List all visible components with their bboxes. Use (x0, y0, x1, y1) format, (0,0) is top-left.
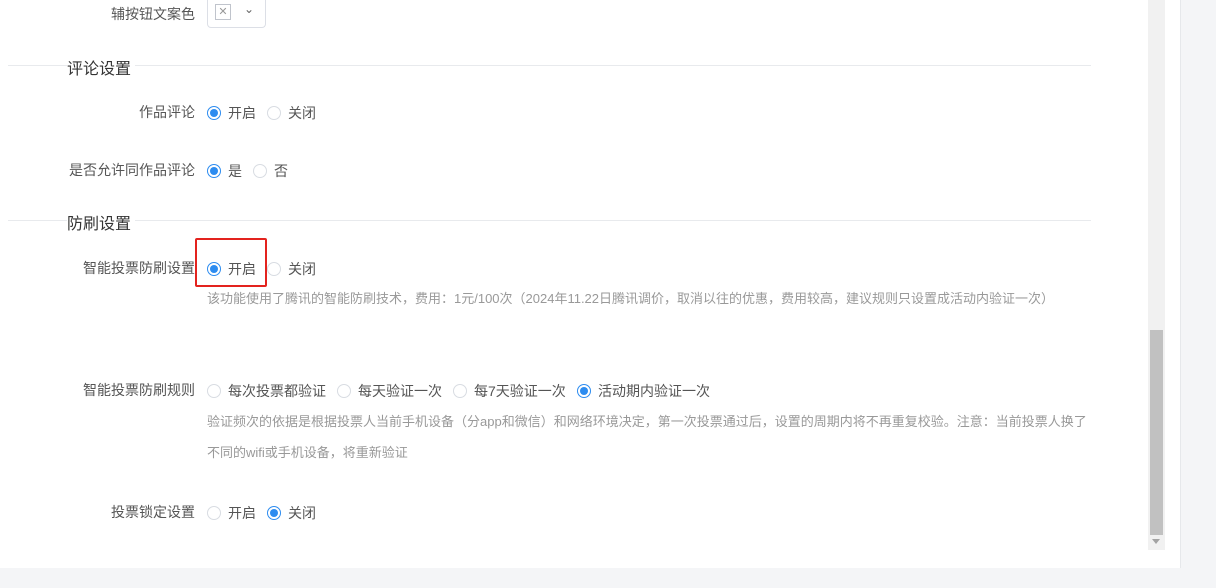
radio-label: 活动期内验证一次 (598, 383, 710, 399)
radio-unchecked-icon (267, 106, 281, 120)
allow-comment-no-radio[interactable]: 否 (253, 161, 288, 181)
radio-unchecked-icon (253, 164, 267, 178)
radio-label: 关闭 (288, 505, 316, 521)
radio-checked-icon (207, 262, 221, 276)
vertical-scrollbar[interactable] (1148, 0, 1165, 550)
section-title-comment: 评论设置 (67, 55, 136, 79)
vote-lock-on-radio[interactable]: 开启 (207, 503, 256, 523)
rule-daily-radio[interactable]: 每天验证一次 (337, 381, 442, 401)
allow-same-work-comment-label: 是否允许同作品评论 (69, 162, 195, 178)
radio-unchecked-icon (453, 384, 467, 398)
radio-checked-icon (267, 506, 281, 520)
radio-label: 开启 (228, 261, 256, 277)
radio-label: 是 (228, 163, 242, 179)
page-background (0, 568, 1216, 588)
radio-unchecked-icon (207, 384, 221, 398)
radio-unchecked-icon (267, 262, 281, 276)
panel-border (1180, 0, 1181, 568)
color-picker[interactable]: ✕ ⌄ (207, 0, 266, 28)
rule-every-vote-radio[interactable]: 每次投票都验证 (207, 381, 326, 401)
allow-comment-yes-radio[interactable]: 是 (207, 161, 242, 181)
radio-unchecked-icon (207, 506, 221, 520)
radio-checked-icon (207, 106, 221, 120)
radio-label: 每次投票都验证 (228, 383, 326, 399)
section-title-anti-fraud: 防刷设置 (67, 210, 136, 234)
rule-activity-period-radio[interactable]: 活动期内验证一次 (577, 381, 710, 401)
smart-vote-anti-fraud-label: 智能投票防刷设置 (83, 260, 195, 276)
radio-label: 关闭 (288, 105, 316, 121)
vote-lock-label: 投票锁定设置 (111, 504, 195, 520)
radio-unchecked-icon (337, 384, 351, 398)
chevron-down-icon: ⌄ (244, 2, 255, 16)
work-comment-on-radio[interactable]: 开启 (207, 103, 256, 123)
smart-vote-rule-label: 智能投票防刷规则 (83, 382, 195, 398)
section-divider (8, 65, 1091, 66)
empty-color-swatch-icon: ✕ (215, 4, 231, 20)
work-comment-label: 作品评论 (139, 104, 195, 120)
radio-label: 否 (274, 163, 288, 179)
rule-weekly-radio[interactable]: 每7天验证一次 (453, 381, 566, 401)
smart-vote-off-radio[interactable]: 关闭 (267, 259, 316, 279)
section-divider (8, 220, 1091, 221)
radio-checked-icon (577, 384, 591, 398)
radio-checked-icon (207, 164, 221, 178)
vote-lock-off-radio[interactable]: 关闭 (267, 503, 316, 523)
secondary-button-color-label: 辅按钮文案色 (111, 6, 195, 22)
radio-label: 关闭 (288, 261, 316, 277)
settings-panel: 辅按钮文案色 ✕ ⌄ 评论设置 作品评论 开启 关闭 是否允许同作品评论 是 否… (0, 0, 1180, 568)
smart-vote-help-text: 该功能使用了腾讯的智能防刷技术，费用：1元/100次（2024年11.22日腾讯… (207, 291, 1055, 306)
radio-label: 每天验证一次 (358, 383, 442, 399)
scrollbar-thumb[interactable] (1150, 330, 1163, 535)
radio-label: 每7天验证一次 (474, 383, 566, 399)
radio-label: 开启 (228, 105, 256, 121)
work-comment-off-radio[interactable]: 关闭 (267, 103, 316, 123)
smart-vote-on-radio[interactable]: 开启 (207, 259, 256, 279)
smart-rule-help-text: 验证频次的依据是根据投票人当前手机设备（分app和微信）和网络环境决定，第一次投… (207, 414, 1087, 460)
radio-label: 开启 (228, 505, 256, 521)
scroll-down-arrow-icon[interactable] (1152, 539, 1160, 544)
